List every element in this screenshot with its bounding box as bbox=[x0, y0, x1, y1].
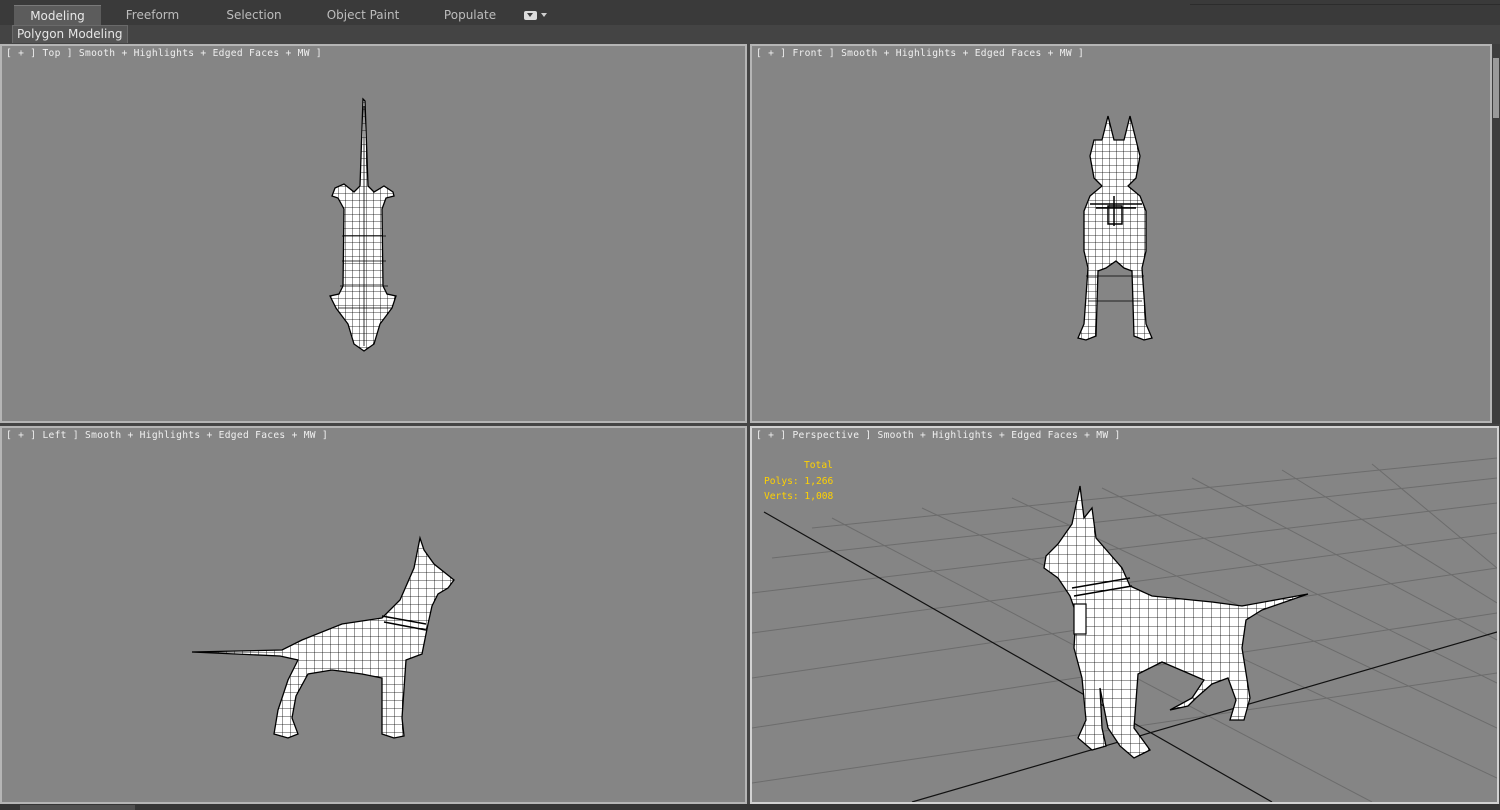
viewport-perspective[interactable]: [ + ] Perspective ] Smooth + Highlights … bbox=[750, 426, 1499, 804]
perspective-scene bbox=[752, 457, 1497, 802]
dog-mesh-front bbox=[1077, 115, 1153, 341]
tab-freeform[interactable]: Freeform bbox=[101, 5, 204, 25]
scrollbar-thumb[interactable] bbox=[1493, 58, 1499, 118]
ribbon-divider bbox=[1190, 4, 1500, 5]
bottom-bar-segment bbox=[20, 805, 135, 810]
chevron-down-icon bbox=[541, 13, 547, 17]
ribbon-bar: Modeling Freeform Selection Object Paint… bbox=[0, 0, 1500, 26]
viewport-scrollbar[interactable] bbox=[1492, 44, 1500, 424]
subtab-polygon-modeling[interactable]: Polygon Modeling bbox=[12, 25, 128, 43]
dog-model-left bbox=[191, 535, 455, 739]
dog-model-front bbox=[1077, 115, 1153, 341]
ribbon-options-menu[interactable] bbox=[524, 9, 547, 21]
dog-model-top bbox=[329, 97, 397, 352]
dog-mesh-left bbox=[191, 535, 455, 739]
ribbon-menu-icon bbox=[524, 10, 537, 20]
bottom-bar bbox=[0, 804, 1500, 810]
viewport-front[interactable]: [ + ] Front ] Smooth + Highlights + Edge… bbox=[750, 44, 1492, 423]
tab-modeling[interactable]: Modeling bbox=[14, 5, 101, 26]
ribbon-subbar bbox=[0, 25, 1500, 44]
ribbon-tabs: Modeling Freeform Selection Object Paint… bbox=[14, 5, 518, 26]
viewport-left[interactable]: [ + ] Left ] Smooth + Highlights + Edged… bbox=[0, 426, 747, 804]
tab-object-paint[interactable]: Object Paint bbox=[304, 5, 422, 25]
viewport-top[interactable]: [ + ] Top ] Smooth + Highlights + Edged … bbox=[0, 44, 747, 423]
tab-selection[interactable]: Selection bbox=[204, 5, 304, 25]
tab-populate[interactable]: Populate bbox=[422, 5, 518, 25]
dog-mesh-perspective bbox=[1043, 485, 1309, 759]
dog-mesh-top bbox=[329, 97, 397, 352]
